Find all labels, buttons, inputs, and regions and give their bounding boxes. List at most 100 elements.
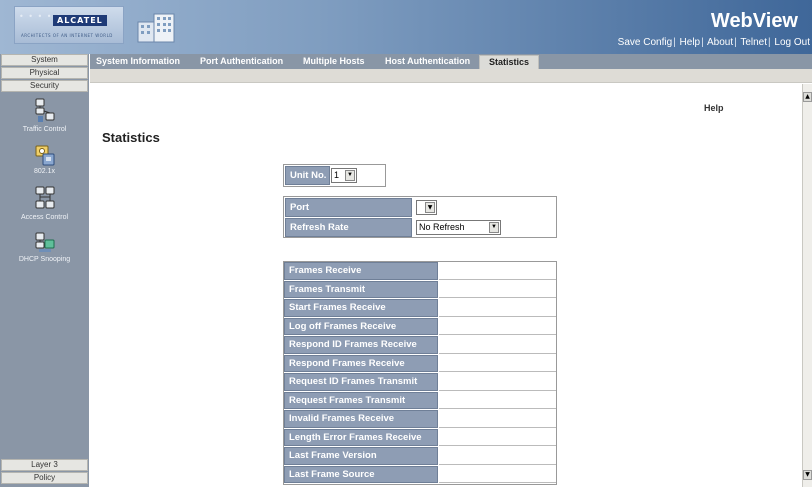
table-row: Respond Frames Receive xyxy=(284,354,556,374)
scroll-up-icon[interactable]: ▲ xyxy=(803,92,812,102)
port-select[interactable]: ▼ xyxy=(416,200,437,215)
save-config-link[interactable]: Save Config xyxy=(618,37,672,48)
about-link[interactable]: About xyxy=(707,37,733,48)
nav-physical-button[interactable]: Physical xyxy=(1,67,88,79)
traffic-control-icon xyxy=(35,98,54,122)
webview-app: • • • • • ALCATEL ARCHITECTS OF AN INTER… xyxy=(0,0,812,487)
port-settings-table: Port ▼ Refresh Rate No Refresh ▼ xyxy=(283,196,557,238)
nav-security-button[interactable]: Security xyxy=(1,80,88,92)
stat-label: Request Frames Transmit xyxy=(284,391,438,409)
stat-label: Length Error Frames Receive xyxy=(284,428,438,446)
dot1x-icon xyxy=(35,145,54,166)
nav-802-1x-label: 802.1x xyxy=(33,168,56,175)
app-title: WebView xyxy=(710,10,798,32)
help-top-link[interactable]: Help xyxy=(680,37,701,48)
stat-value xyxy=(439,391,556,409)
nav-dhcp-snooping[interactable]: DHCP Snooping xyxy=(0,231,89,263)
unit-no-select[interactable]: 1 ▼ xyxy=(331,168,357,183)
link-separator: | xyxy=(701,37,704,48)
stat-label: Invalid Frames Receive xyxy=(284,410,438,428)
nav-icon-list: Traffic Control 802.1x Access Control DH… xyxy=(0,97,89,273)
stat-label: Respond ID Frames Receive xyxy=(284,336,438,354)
stat-label: Start Frames Receive xyxy=(284,299,438,317)
left-navigation: System Physical Security Traffic Control xyxy=(0,54,89,487)
alcatel-logo: • • • • • ALCATEL ARCHITECTS OF AN INTER… xyxy=(14,6,124,44)
refresh-rate-select[interactable]: No Refresh ▼ xyxy=(416,220,501,235)
refresh-row: Refresh Rate No Refresh ▼ xyxy=(285,218,556,237)
link-separator: | xyxy=(768,37,771,48)
brand-name: ALCATEL xyxy=(53,15,107,26)
stat-value xyxy=(439,354,556,372)
stat-label: Log off Frames Receive xyxy=(284,317,438,335)
refresh-rate-label: Refresh Rate xyxy=(285,218,412,237)
stat-label: Request ID Frames Transmit xyxy=(284,373,438,391)
refresh-value-cell: No Refresh ▼ xyxy=(413,218,556,237)
header-links: Save Config| Help| About| Telnet| Log Ou… xyxy=(618,37,810,48)
chevron-down-icon: ▼ xyxy=(489,222,499,233)
nav-traffic-control-label: Traffic Control xyxy=(22,126,67,133)
stat-value xyxy=(439,465,556,483)
unit-no-label: Unit No. xyxy=(285,166,330,185)
telnet-link[interactable]: Telnet xyxy=(740,37,767,48)
stat-value xyxy=(439,428,556,446)
header-banner: • • • • • ALCATEL ARCHITECTS OF AN INTER… xyxy=(0,0,812,54)
chevron-down-icon: ▼ xyxy=(425,202,435,213)
link-separator: | xyxy=(673,37,676,48)
table-row: Start Frames Receive xyxy=(284,299,556,318)
access-control-icon xyxy=(35,186,54,209)
tab-multiple-hosts[interactable]: Multiple Hosts xyxy=(303,55,365,69)
unit-no-value: 1 xyxy=(334,170,340,180)
building-icon xyxy=(137,13,175,43)
nav-bottom-buttons: Layer 3 Policy xyxy=(0,459,88,485)
nav-traffic-control[interactable]: Traffic Control xyxy=(0,97,89,133)
table-row: Invalid Frames Receive xyxy=(284,410,556,429)
statistics-table: Frames Receive Frames Transmit Start Fra… xyxy=(283,261,557,485)
scroll-down-icon[interactable]: ▼ xyxy=(803,470,812,480)
table-row: Length Error Frames Receive xyxy=(284,428,556,448)
stat-value xyxy=(439,280,556,298)
chevron-down-icon: ▼ xyxy=(345,170,355,181)
stat-value xyxy=(439,336,556,354)
link-separator: | xyxy=(734,37,737,48)
table-row: Frames Transmit xyxy=(284,280,556,300)
tab-subbar xyxy=(90,69,812,83)
port-value-cell: ▼ xyxy=(413,198,556,217)
table-row: Log off Frames Receive xyxy=(284,317,556,337)
dhcp-snooping-icon xyxy=(35,232,54,252)
vertical-scrollbar[interactable]: ▲ ▼ xyxy=(802,84,812,487)
help-link[interactable]: Help xyxy=(704,103,724,113)
stat-label: Last Frame Version xyxy=(284,447,438,465)
table-row: Last Frame Version xyxy=(284,447,556,466)
nav-dhcp-snooping-label: DHCP Snooping xyxy=(18,256,71,263)
port-label: Port xyxy=(285,198,412,217)
refresh-rate-value: No Refresh xyxy=(419,222,465,232)
stat-value xyxy=(439,373,556,391)
table-row: Request ID Frames Transmit xyxy=(284,373,556,392)
tab-statistics[interactable]: Statistics xyxy=(479,55,540,69)
brand-tagline: ARCHITECTS OF AN INTERNET WORLD xyxy=(21,33,113,38)
table-row: Request Frames Transmit xyxy=(284,391,556,411)
table-row: Respond ID Frames Receive xyxy=(284,336,556,355)
stat-value xyxy=(439,262,556,280)
page-title: Statistics xyxy=(102,130,160,145)
nav-access-control[interactable]: Access Control xyxy=(0,185,89,221)
tab-host-authentication[interactable]: Host Authentication xyxy=(385,55,470,69)
stat-value xyxy=(439,299,556,317)
tab-system-information[interactable]: System Information xyxy=(96,55,180,69)
tab-port-authentication[interactable]: Port Authentication xyxy=(200,55,283,69)
nav-system-button[interactable]: System xyxy=(1,54,88,66)
nav-top-buttons: System Physical Security xyxy=(0,54,88,93)
tab-bar: System Information Port Authentication M… xyxy=(90,54,812,69)
nav-layer3-button[interactable]: Layer 3 xyxy=(1,459,88,471)
stat-label: Respond Frames Receive xyxy=(284,354,438,372)
unit-selector-box: Unit No. 1 ▼ xyxy=(283,164,386,187)
stat-label: Frames Transmit xyxy=(284,280,438,298)
nav-policy-button[interactable]: Policy xyxy=(1,472,88,484)
logout-link[interactable]: Log Out xyxy=(774,37,810,48)
nav-802-1x[interactable]: 802.1x xyxy=(0,143,89,175)
table-row: Frames Receive xyxy=(284,262,556,281)
stat-value xyxy=(439,317,556,335)
main-content: Help Statistics Unit No. 1 ▼ Port ▼ Refr… xyxy=(90,84,802,487)
table-row: Last Frame Source xyxy=(284,465,556,485)
stat-label: Last Frame Source xyxy=(284,465,438,483)
